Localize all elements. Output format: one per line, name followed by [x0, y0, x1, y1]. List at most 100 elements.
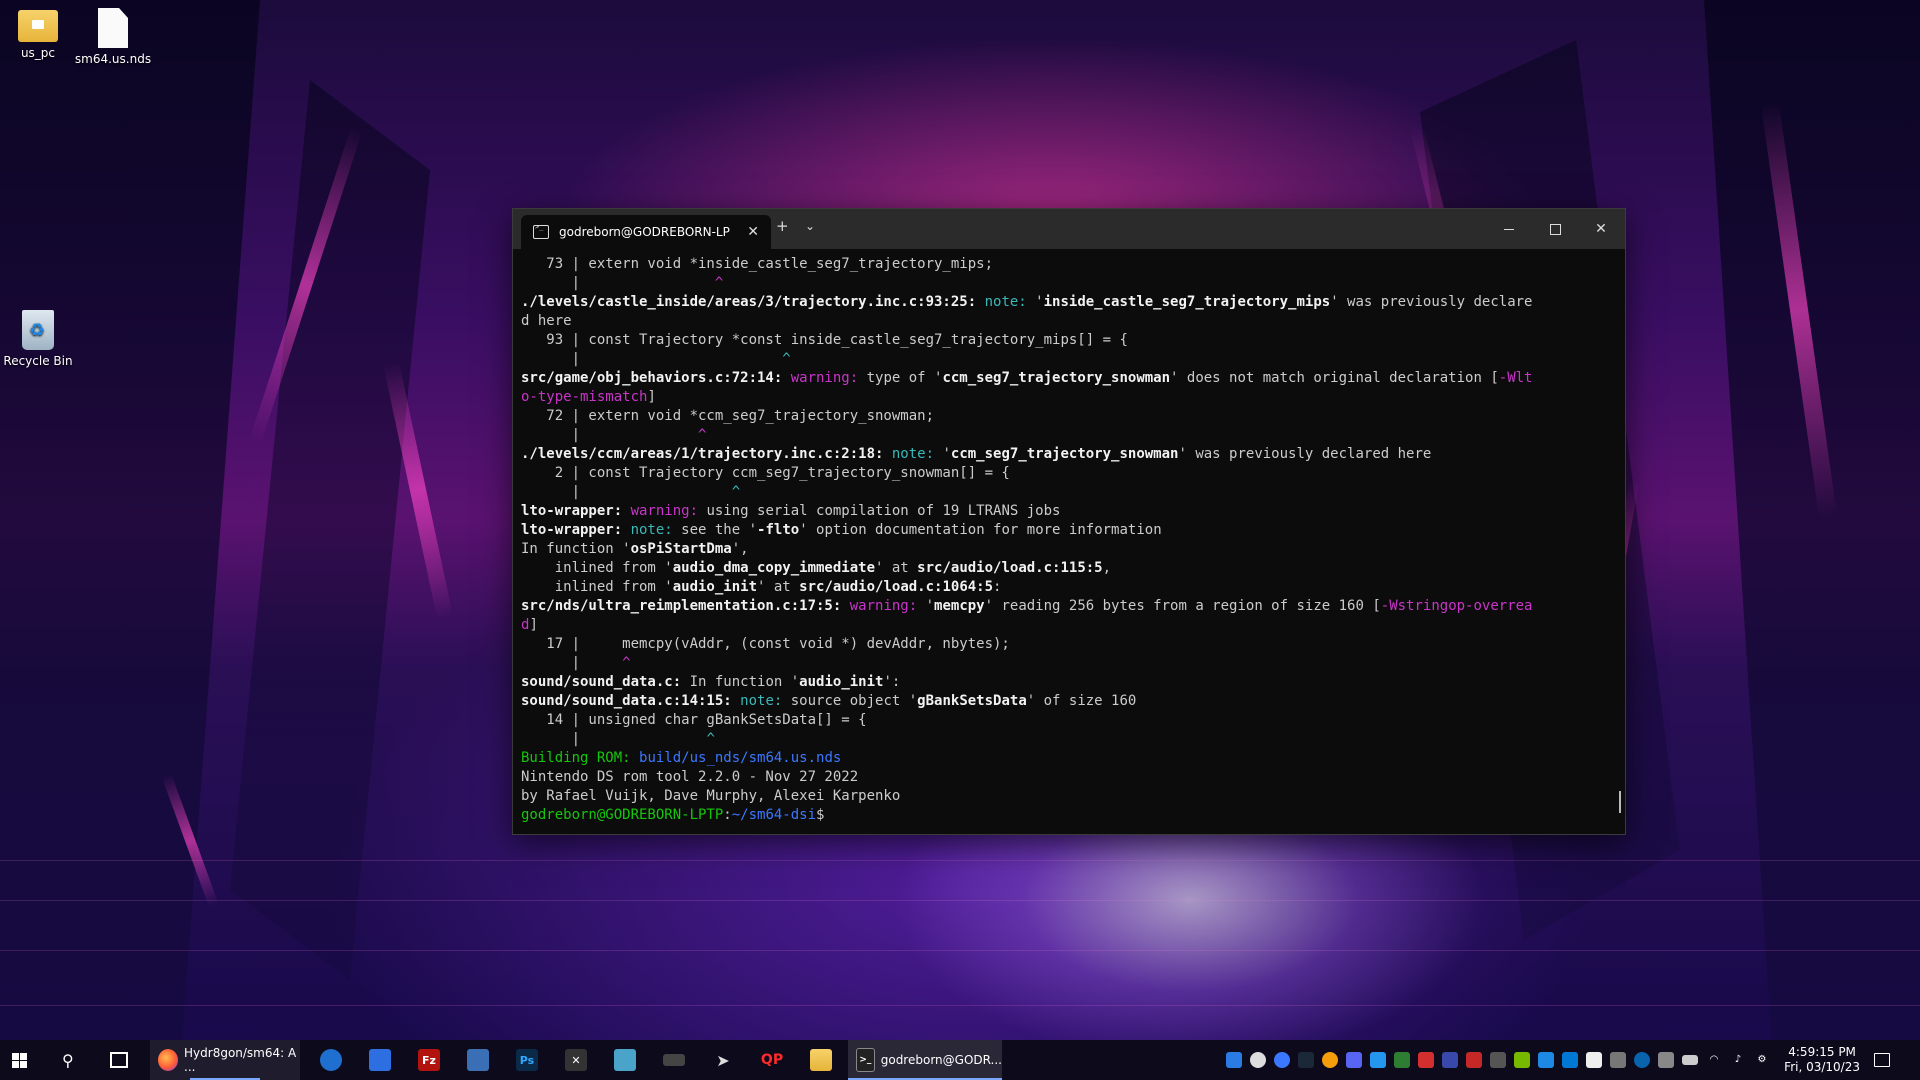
- start-button[interactable]: [12, 1040, 27, 1080]
- tray-app-icon[interactable]: [1586, 1052, 1602, 1068]
- taskbar-photoshop[interactable]: Ps: [516, 1040, 538, 1080]
- terminal-text: type of ': [858, 370, 943, 386]
- taskbar-clock[interactable]: 4:59:15 PM Fri, 03/10/23: [1784, 1045, 1860, 1075]
- tray-discord-icon[interactable]: [1346, 1052, 1362, 1068]
- terminal-tab[interactable]: godreborn@GODREBORN-LP ✕: [521, 215, 771, 249]
- volume-icon[interactable]: ♪: [1730, 1052, 1746, 1068]
- settings-gear-icon[interactable]: ⚙: [1754, 1052, 1770, 1068]
- title-bar[interactable]: godreborn@GODREBORN-LP ✕ + ⌄ ✕: [513, 209, 1625, 249]
- terminal-line: | ^: [521, 274, 1625, 293]
- tray-app-icon[interactable]: [1394, 1052, 1410, 1068]
- taskbar-file-explorer[interactable]: [810, 1040, 832, 1080]
- terminal-text: d here: [521, 313, 572, 329]
- terminal-text: -Wstringop-overrea: [1380, 598, 1533, 614]
- taskbar-xwin[interactable]: ✕: [565, 1040, 587, 1080]
- desktop-icon-label: sm64.us.nds: [74, 52, 152, 66]
- taskbar-firefox[interactable]: Hydr8gon/sm64: A ...: [150, 1040, 300, 1080]
- taskbar-qp[interactable]: QP: [761, 1040, 783, 1080]
- taskbar-terminal[interactable]: >_ godreborn@GODR...: [848, 1040, 1002, 1080]
- tray-nvidia-icon[interactable]: [1514, 1052, 1530, 1068]
- terminal-text: ' option documentation for more informat…: [799, 522, 1162, 538]
- wifi-icon[interactable]: ◠: [1706, 1052, 1722, 1068]
- tray-app-icon[interactable]: [1442, 1052, 1458, 1068]
- terminal-output[interactable]: 73 | extern void *inside_castle_seg7_tra…: [513, 249, 1625, 825]
- tab-dropdown-button[interactable]: ⌄: [805, 219, 815, 233]
- minimize-button[interactable]: [1486, 209, 1532, 249]
- terminal-text: In function ': [681, 674, 800, 690]
- folder-icon: [810, 1049, 832, 1071]
- terminal-text: |: [521, 427, 699, 443]
- terminal-text: -Wlt: [1498, 370, 1533, 386]
- terminal-text: src/nds/ultra_reimplementation.c:17:5:: [521, 598, 850, 614]
- terminal-text: warning:: [630, 503, 699, 519]
- terminal-text: Nintendo DS rom tool 2.2.0 - Nov 27 2022: [521, 769, 859, 785]
- terminal-text: In function ': [521, 541, 631, 557]
- terminal-text: |: [521, 484, 732, 500]
- taskbar-app-teal[interactable]: [614, 1040, 636, 1080]
- close-button[interactable]: ✕: [1578, 209, 1624, 249]
- tray-app-icon[interactable]: [1490, 1052, 1506, 1068]
- terminal-text: lto-wrapper:: [521, 503, 631, 519]
- taskbar-keyboard[interactable]: [663, 1040, 685, 1080]
- tab-close-icon[interactable]: ✕: [747, 224, 759, 240]
- taskbar-thunderbird[interactable]: [320, 1040, 342, 1080]
- terminal-text: inside_castle_seg7_trajectory_mips: [1043, 294, 1331, 310]
- terminal-text: ' does not match original declaration [: [1170, 370, 1499, 386]
- terminal-text: audio_dma_copy_immediate: [672, 560, 876, 576]
- terminal-line: ./levels/castle_inside/areas/3/trajector…: [521, 293, 1625, 312]
- clock-time: 4:59:15 PM: [1788, 1045, 1856, 1059]
- tray-app-icon[interactable]: [1250, 1052, 1266, 1068]
- terminal-line: 73 | extern void *inside_castle_seg7_tra…: [521, 255, 1625, 274]
- taskbar: ⚲ Hydr8gon/sm64: A ... Fz Ps ✕ ➤ QP >_ g…: [0, 1040, 1920, 1080]
- terminal-text: 17 | memcpy(vAddr, (const void *) devAdd…: [521, 636, 1010, 652]
- tray-app-icon[interactable]: [1274, 1052, 1290, 1068]
- terminal-text: godreborn@GODREBORN-LPTP: [521, 807, 724, 823]
- mail-icon: [320, 1049, 342, 1071]
- terminal-line: | ^: [521, 426, 1625, 445]
- tray-app-icon[interactable]: [1466, 1052, 1482, 1068]
- taskbar-steam[interactable]: [467, 1040, 489, 1080]
- battery-icon[interactable]: [1682, 1055, 1698, 1065]
- tray-docker-icon[interactable]: [1370, 1052, 1386, 1068]
- terminal-text: ./levels/castle_inside/areas/3/trajector…: [521, 294, 985, 310]
- terminal-text: ': [1026, 294, 1044, 310]
- search-button[interactable]: ⚲: [62, 1040, 74, 1080]
- tray-app-icon[interactable]: [1610, 1052, 1626, 1068]
- tray-steam-icon[interactable]: [1298, 1052, 1314, 1068]
- terminal-text: ',: [731, 541, 749, 557]
- terminal-text: by Rafael Vuijk, Dave Murphy, Alexei Kar…: [521, 788, 901, 804]
- usb-icon[interactable]: [1658, 1052, 1674, 1068]
- desktop-icon-recycle-bin[interactable]: ♻ Recycle Bin: [0, 310, 83, 368]
- terminal-text: build/us_nds/sm64.us.nds: [639, 750, 842, 766]
- terminal-window[interactable]: godreborn@GODREBORN-LP ✕ + ⌄ ✕ 73 | exte…: [512, 208, 1626, 835]
- scrollbar[interactable]: [1619, 791, 1621, 813]
- terminal-text: :: [993, 579, 1002, 595]
- terminal-line: o-type-mismatch]: [521, 388, 1625, 407]
- terminal-line: lto-wrapper: note: see the '-flto' optio…: [521, 521, 1625, 540]
- tray-app-icon[interactable]: [1226, 1052, 1242, 1068]
- tray-app-icon[interactable]: [1562, 1052, 1578, 1068]
- terminal-text: ' was previously declared here: [1178, 446, 1432, 462]
- taskbar-app-blue[interactable]: [369, 1040, 391, 1080]
- bluetooth-icon[interactable]: [1634, 1052, 1650, 1068]
- terminal-line: | ^: [521, 483, 1625, 502]
- file-icon: [98, 8, 128, 48]
- photoshop-icon: Ps: [516, 1049, 538, 1071]
- terminal-text: src/audio/load.c:115:5: [917, 560, 1103, 576]
- terminal-line: | ^: [521, 654, 1625, 673]
- task-view-button[interactable]: [110, 1040, 128, 1080]
- taskbar-filezilla[interactable]: Fz: [418, 1040, 440, 1080]
- terminal-text: 14 | unsigned char gBankSetsData[] = {: [521, 712, 867, 728]
- taskbar-cursor-app[interactable]: ➤: [712, 1040, 734, 1080]
- close-icon: ✕: [1595, 221, 1607, 237]
- terminal-icon: [533, 223, 549, 239]
- new-tab-button[interactable]: +: [776, 217, 789, 235]
- notification-center-button[interactable]: [1874, 1040, 1890, 1080]
- terminal-text: source object ': [782, 693, 918, 709]
- tray-app-icon[interactable]: [1538, 1052, 1554, 1068]
- tray-app-icon[interactable]: [1322, 1052, 1338, 1068]
- filezilla-icon: Fz: [418, 1049, 440, 1071]
- desktop-icon-sm64-nds[interactable]: sm64.us.nds: [68, 8, 158, 66]
- tray-app-icon[interactable]: [1418, 1052, 1434, 1068]
- maximize-button[interactable]: [1532, 209, 1578, 249]
